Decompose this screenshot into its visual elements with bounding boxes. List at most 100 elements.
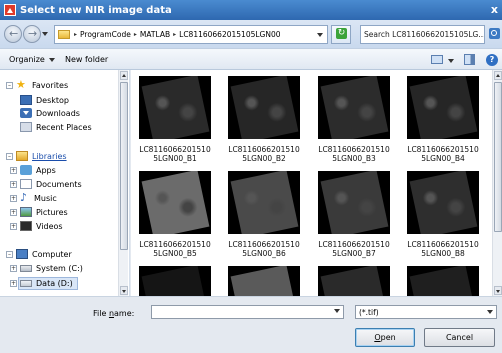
file-name-line: LC8116066201510 xyxy=(407,145,479,154)
file-item[interactable]: LC8116066201510 5LGN00_B1 xyxy=(133,76,217,163)
scroll-down-icon[interactable] xyxy=(494,286,502,295)
file-thumbnail[interactable] xyxy=(407,266,479,296)
nav-libraries[interactable]: – Libraries xyxy=(6,151,67,161)
satellite-scene-thumbnail xyxy=(320,171,389,234)
command-bar: Organize New folder ? xyxy=(0,48,502,70)
file-item[interactable]: LC8116066201510 5LGN00_B2 xyxy=(222,76,306,163)
collapse-icon[interactable]: – xyxy=(6,250,13,258)
file-type-dropdown-icon[interactable] xyxy=(487,310,493,314)
file-list: LC8116066201510 5LGN00_B1 LC8116066201510 5… xyxy=(131,70,492,296)
new-folder-button[interactable]: New folder xyxy=(65,55,108,64)
view-options-chevron-icon[interactable] xyxy=(448,59,454,63)
expand-icon[interactable]: + xyxy=(10,180,17,188)
folder-icon xyxy=(58,30,70,39)
refresh-button[interactable]: ↻ xyxy=(331,25,351,44)
preview-pane-icon[interactable] xyxy=(464,54,475,65)
satellite-scene-thumbnail xyxy=(320,266,389,296)
address-dropdown-icon[interactable] xyxy=(317,33,323,37)
file-name-line: LC8116066201510 xyxy=(407,240,479,249)
file-thumbnail xyxy=(407,171,479,234)
expand-icon[interactable]: + xyxy=(10,222,17,230)
collapse-icon[interactable]: – xyxy=(6,152,13,160)
nav-pane-scrollbar[interactable] xyxy=(118,70,128,296)
expand-icon[interactable]: + xyxy=(10,265,17,272)
scrollbar-thumb[interactable] xyxy=(494,82,502,232)
file-name: LC8116066201510 5LGN00_B4 xyxy=(401,145,485,163)
file-name-line: LC8116066201510 xyxy=(228,145,300,154)
file-item[interactable]: LC8116066201510 5LGN00_B5 xyxy=(133,171,217,258)
scroll-down-icon[interactable] xyxy=(120,286,128,295)
nav-documents[interactable]: + Documents xyxy=(10,179,82,189)
breadcrumb-matlab[interactable]: MATLAB xyxy=(140,30,170,39)
pictures-icon xyxy=(20,207,32,217)
file-item[interactable]: LC8116066201510 5LGN00_B6 xyxy=(222,171,306,258)
nav-apps[interactable]: + Apps xyxy=(10,165,56,175)
downloads-icon xyxy=(20,108,32,118)
matlab-icon xyxy=(4,4,16,16)
breadcrumb-programcode[interactable]: ProgramCode xyxy=(80,30,131,39)
recent-locations-chevron-icon[interactable] xyxy=(42,32,48,36)
close-icon[interactable]: x xyxy=(491,3,498,16)
scrollbar-thumb[interactable] xyxy=(120,82,128,250)
file-name-line: 5LGN00_B4 xyxy=(421,154,465,163)
satellite-scene-thumbnail xyxy=(230,171,299,234)
satellite-scene-thumbnail xyxy=(409,171,478,234)
nav-favorites[interactable]: – ★ Favorites xyxy=(6,79,68,91)
expand-icon[interactable]: + xyxy=(10,194,17,202)
file-name: LC8116066201510 5LGN00_B6 xyxy=(222,240,306,258)
file-name-input[interactable] xyxy=(151,305,344,319)
change-view-icon[interactable] xyxy=(431,55,443,64)
nav-recent-places[interactable]: Recent Places xyxy=(20,122,92,132)
file-thumbnail xyxy=(139,76,211,139)
file-thumbnail[interactable] xyxy=(139,266,211,296)
satellite-scene-thumbnail xyxy=(141,266,210,296)
file-list-scrollbar[interactable] xyxy=(492,70,502,296)
expand-icon[interactable]: + xyxy=(10,166,17,174)
scroll-up-icon[interactable] xyxy=(120,71,128,80)
file-thumbnail xyxy=(407,76,479,139)
collapse-icon[interactable]: – xyxy=(6,82,13,89)
nav-desktop[interactable]: Desktop xyxy=(20,95,69,105)
nav-data-d[interactable]: + Data (D:) xyxy=(10,279,73,288)
satellite-scene-thumbnail xyxy=(409,76,478,139)
nav-pictures[interactable]: + Pictures xyxy=(10,207,68,217)
breadcrumb-separator-icon[interactable]: ▸ xyxy=(134,31,137,38)
nav-computer[interactable]: – Computer xyxy=(6,249,72,259)
scroll-up-icon[interactable] xyxy=(494,71,502,80)
nav-downloads[interactable]: Downloads xyxy=(20,108,80,118)
file-item[interactable]: LC8116066201510 5LGN00_B4 xyxy=(401,76,485,163)
file-name: LC8116066201510 5LGN00_B5 xyxy=(133,240,217,258)
file-name: LC8116066201510 5LGN00_B8 xyxy=(401,240,485,258)
nav-system-c[interactable]: + System (C:) xyxy=(10,264,83,273)
breadcrumb-separator-icon[interactable]: ▸ xyxy=(173,31,176,38)
file-name-label: File name: xyxy=(93,309,135,318)
address-bar[interactable]: ▸ ProgramCode ▸ MATLAB ▸ LC8116066201510… xyxy=(54,25,328,44)
file-item[interactable]: LC8116066201510 5LGN00_B8 xyxy=(401,171,485,258)
file-type-select[interactable]: (*.tif) xyxy=(355,305,497,319)
nav-music[interactable]: + ♪ Music xyxy=(10,192,57,203)
file-thumbnail[interactable] xyxy=(228,266,300,296)
search-icon[interactable] xyxy=(489,28,500,39)
file-name-dropdown-icon[interactable] xyxy=(334,309,340,313)
file-item[interactable]: LC8116066201510 5LGN00_B7 xyxy=(312,171,396,258)
cancel-button[interactable]: Cancel xyxy=(424,328,495,347)
navigation-pane: – ★ Favorites Desktop Downloads Recent P… xyxy=(0,70,130,296)
address-row: ← → ▸ ProgramCode ▸ MATLAB ▸ LC811606620… xyxy=(0,20,502,48)
back-button[interactable]: ← xyxy=(4,25,22,43)
expand-icon[interactable]: + xyxy=(10,280,17,287)
organize-button[interactable]: Organize xyxy=(9,55,55,64)
open-button[interactable]: Open xyxy=(355,328,415,347)
file-name-line: LC8116066201510 xyxy=(139,145,211,154)
breadcrumb-current-folder[interactable]: LC81160662015105LGN00 xyxy=(179,30,280,39)
satellite-scene-thumbnail xyxy=(141,171,210,234)
expand-icon[interactable]: + xyxy=(10,208,17,216)
forward-button[interactable]: → xyxy=(23,25,41,43)
file-item[interactable]: LC8116066201510 5LGN00_B3 xyxy=(312,76,396,163)
help-icon[interactable]: ? xyxy=(486,54,498,66)
breadcrumb-separator-icon[interactable]: ▸ xyxy=(74,31,77,38)
search-input[interactable]: Search LC81160662015105LG... xyxy=(360,25,485,44)
file-thumbnail[interactable] xyxy=(318,266,390,296)
libraries-icon xyxy=(16,151,28,161)
forward-arrow-icon: → xyxy=(28,27,38,40)
nav-videos[interactable]: + Videos xyxy=(10,221,63,231)
